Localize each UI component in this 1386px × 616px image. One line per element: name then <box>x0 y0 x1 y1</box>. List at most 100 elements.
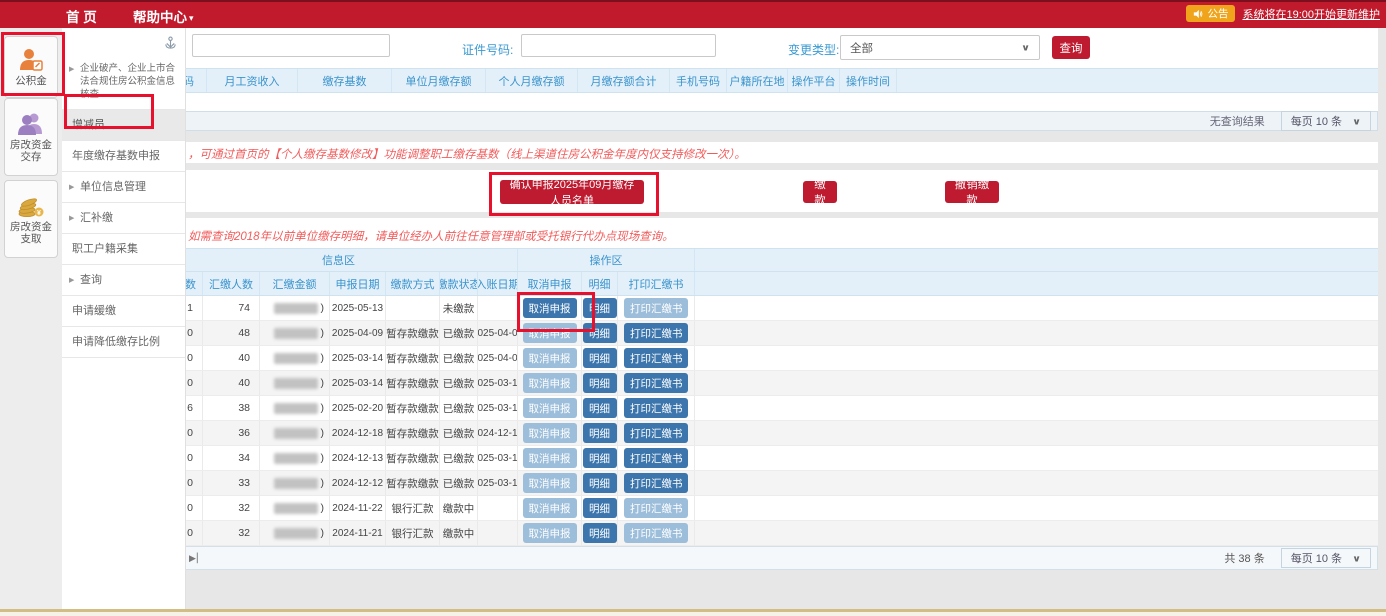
t2-cell-entry-date: 2025-03-14 <box>478 446 518 470</box>
confirm-declare-button[interactable]: 确认申报2025年09月缴存人员名单 <box>500 180 644 204</box>
t2-cell-cancel: 取消申报 <box>518 421 582 445</box>
t2-cell-count: 33 <box>203 471 260 495</box>
menu-item-5[interactable]: 职工户籍采集 <box>62 234 185 265</box>
t2-cell-pay-status: 已缴款 <box>440 371 478 395</box>
t2-cell-detail: 明细 <box>582 446 618 470</box>
menu-arrow-icon: ▶ <box>69 181 74 195</box>
t2-cell-count: 40 <box>203 371 260 395</box>
t2-cell-print: 打印汇缴书 <box>618 321 695 345</box>
nav-help-label: 帮助中心 <box>133 10 187 25</box>
anchor-pin-icon[interactable] <box>164 36 177 49</box>
nav-home[interactable]: 首 页 <box>66 6 97 26</box>
page-size-select-bottom[interactable]: 每页 10 条 ∨ <box>1281 548 1371 568</box>
menu-item-label: 职工户籍采集 <box>72 243 138 255</box>
detail-button[interactable]: 明细 <box>583 498 617 518</box>
t2-cell-entry-date: 2025-03-14 <box>478 396 518 420</box>
print-remit-book-button[interactable]: 打印汇缴书 <box>624 398 688 418</box>
menu-item-7[interactable]: 申请缓缴 <box>62 296 185 327</box>
t2-cell-count: 32 <box>203 521 260 545</box>
detail-button[interactable]: 明细 <box>583 348 617 368</box>
masked-amount <box>274 328 318 339</box>
masked-amount-suffix: ) <box>321 402 325 414</box>
menu-item-2[interactable]: 年度缴存基数申报 <box>62 141 185 172</box>
t2-cell-amount: ) <box>260 346 330 370</box>
print-remit-book-button[interactable]: 打印汇缴书 <box>624 448 688 468</box>
t2-cell-cancel: 取消申报 <box>518 396 582 420</box>
detail-button[interactable]: 明细 <box>583 473 617 493</box>
employee-table-header: 号码月工资收入缴存基数单位月缴存额个人月缴存额月缴存额合计手机号码户籍所在地操作… <box>160 68 1378 93</box>
nav-help-center[interactable]: 帮助中心▾ <box>133 6 194 26</box>
t1-column-header: 操作时间 <box>840 69 897 92</box>
detail-button[interactable]: 明细 <box>583 398 617 418</box>
menu-item-3[interactable]: ▶ 单位信息管理 <box>62 172 185 203</box>
employee-table-empty-row <box>160 93 1378 112</box>
t2-cell-declare-date: 2025-04-09 <box>330 321 386 345</box>
detail-button[interactable]: 明细 <box>583 298 617 318</box>
t2-cell-count: 38 <box>203 396 260 420</box>
print-remit-book-button[interactable]: 打印汇缴书 <box>624 373 688 393</box>
menu-item-1[interactable]: 增减员 <box>62 110 185 141</box>
page-size-select[interactable]: 每页 10 条 ∨ <box>1281 111 1371 131</box>
cancel-declare-button: 取消申报 <box>523 423 577 443</box>
cert-number-label: 证件号码: <box>462 41 513 58</box>
t2-row-filler <box>695 371 1378 395</box>
print-remit-book-button[interactable]: 打印汇缴书 <box>624 323 688 343</box>
remit-table-row: 032)2024-11-22银行汇款缴款中取消申报明细打印汇缴书 <box>160 496 1378 521</box>
t1-column-header: 缴存基数 <box>298 69 392 92</box>
detail-button[interactable]: 明细 <box>583 423 617 443</box>
query-button[interactable]: 查询 <box>1052 36 1090 59</box>
t2-cell-pay-method <box>386 296 440 320</box>
masked-amount <box>274 503 318 514</box>
t2-cell-cancel: 取消申报 <box>518 446 582 470</box>
print-remit-book-button[interactable]: 打印汇缴书 <box>624 473 688 493</box>
t2-cell-pay-method: 暂存款缴款 <box>386 471 440 495</box>
t2-column-header: 申报日期 <box>330 272 386 295</box>
t2-cell-cancel: 取消申报 <box>518 471 582 495</box>
t2-cell-count: 40 <box>203 346 260 370</box>
cert-number-input[interactable] <box>521 34 716 57</box>
t2-cell-declare-date: 2025-03-14 <box>330 346 386 370</box>
menu-item-0[interactable]: ▶企业破产、企业上市合法合规住房公积金信息核查 <box>62 54 185 110</box>
t2-cell-count: 34 <box>203 446 260 470</box>
sidebar-item-gongjijin[interactable]: 公积金 <box>4 36 58 98</box>
sidebar-item-fanggai-jiaocun[interactable]: 房改资金交存 <box>4 98 58 176</box>
detail-button[interactable]: 明细 <box>583 448 617 468</box>
detail-button[interactable]: 明细 <box>583 323 617 343</box>
print-remit-book-button[interactable]: 打印汇缴书 <box>624 423 688 443</box>
sidebar-item-fanggai-zhiqu[interactable]: ¥ 房改资金支取 <box>4 180 58 258</box>
masked-amount <box>274 478 318 489</box>
masked-amount-suffix: ) <box>321 502 325 514</box>
group-info-header: 信息区 <box>160 249 518 271</box>
cancel-declare-button: 取消申报 <box>523 348 577 368</box>
menu-item-label: 增减员 <box>72 119 105 131</box>
detail-button[interactable]: 明细 <box>583 373 617 393</box>
t2-cell-print: 打印汇缴书 <box>618 371 695 395</box>
t2-cell-detail: 明细 <box>582 471 618 495</box>
menu-item-8[interactable]: 申请降低缴存比例 <box>62 327 185 358</box>
t2-cell-detail: 明细 <box>582 396 618 420</box>
change-type-select[interactable]: 全部 ∨ <box>840 35 1040 60</box>
t2-cell-count: 48 <box>203 321 260 345</box>
menu-item-6[interactable]: ▶查询 <box>62 265 185 296</box>
cancel-declare-button[interactable]: 取消申报 <box>523 298 577 318</box>
scroll-last-icon[interactable]: ▶▏ <box>189 553 205 564</box>
menu-item-label: 单位信息管理 <box>80 181 146 193</box>
t2-cell-detail: 明细 <box>582 346 618 370</box>
t2-cell-pay-status: 已缴款 <box>440 471 478 495</box>
chevron-down-icon: ∨ <box>1352 116 1361 126</box>
remit-table-row: 036)2024-12-18暂存款缴款已缴款2024-12-18取消申报明细打印… <box>160 421 1378 446</box>
t2-column-header: 明细 <box>582 272 618 295</box>
coins-icon: ¥ <box>17 194 45 218</box>
remit-table-header: 数汇缴人数汇缴金额申报日期缴款方式缴款状态入账日期取消申报明细打印汇缴书 <box>160 272 1378 296</box>
t2-column-header: 取消申报 <box>518 272 582 295</box>
pay-button[interactable]: 缴款 <box>803 181 837 203</box>
revoke-pay-button[interactable]: 撤销缴款 <box>945 181 999 203</box>
masked-amount-suffix: ) <box>321 452 325 464</box>
masked-amount-suffix: ) <box>321 302 325 314</box>
print-remit-book-button[interactable]: 打印汇缴书 <box>624 348 688 368</box>
filter-input-1[interactable] <box>192 34 390 57</box>
maintenance-notice-link[interactable]: 系统将在19:00开始更新维护 <box>1242 6 1380 22</box>
menu-item-4[interactable]: ▶汇补缴 <box>62 203 185 234</box>
masked-amount-suffix: ) <box>321 427 325 439</box>
detail-button[interactable]: 明细 <box>583 523 617 543</box>
